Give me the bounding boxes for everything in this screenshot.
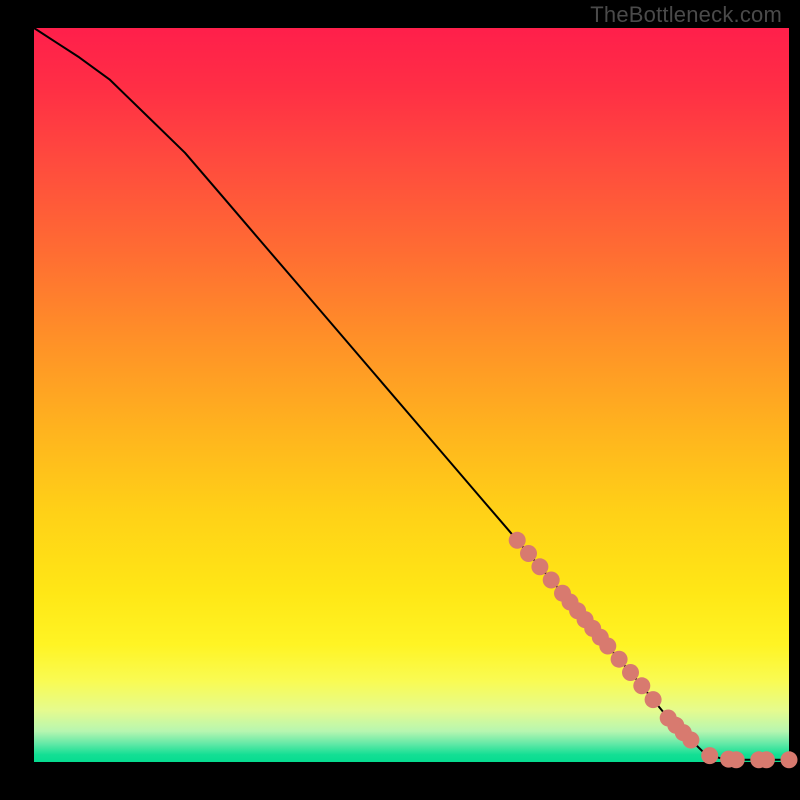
highlight-dot [633, 677, 650, 694]
attribution-label: TheBottleneck.com [590, 2, 782, 28]
highlight-dot [543, 572, 560, 589]
highlight-dot [611, 651, 628, 668]
highlight-dot [622, 664, 639, 681]
highlight-dot [781, 751, 798, 768]
chart-frame: TheBottleneck.com [0, 0, 800, 800]
highlight-dot [645, 691, 662, 708]
highlight-dot [682, 732, 699, 749]
highlight-dot [758, 751, 775, 768]
plot-background [34, 28, 789, 762]
highlight-dot [728, 751, 745, 768]
highlight-dot [531, 558, 548, 575]
highlight-dot [599, 638, 616, 655]
chart-svg [0, 0, 800, 800]
highlight-dot [520, 545, 537, 562]
highlight-dot [701, 747, 718, 764]
highlight-dot [509, 532, 526, 549]
